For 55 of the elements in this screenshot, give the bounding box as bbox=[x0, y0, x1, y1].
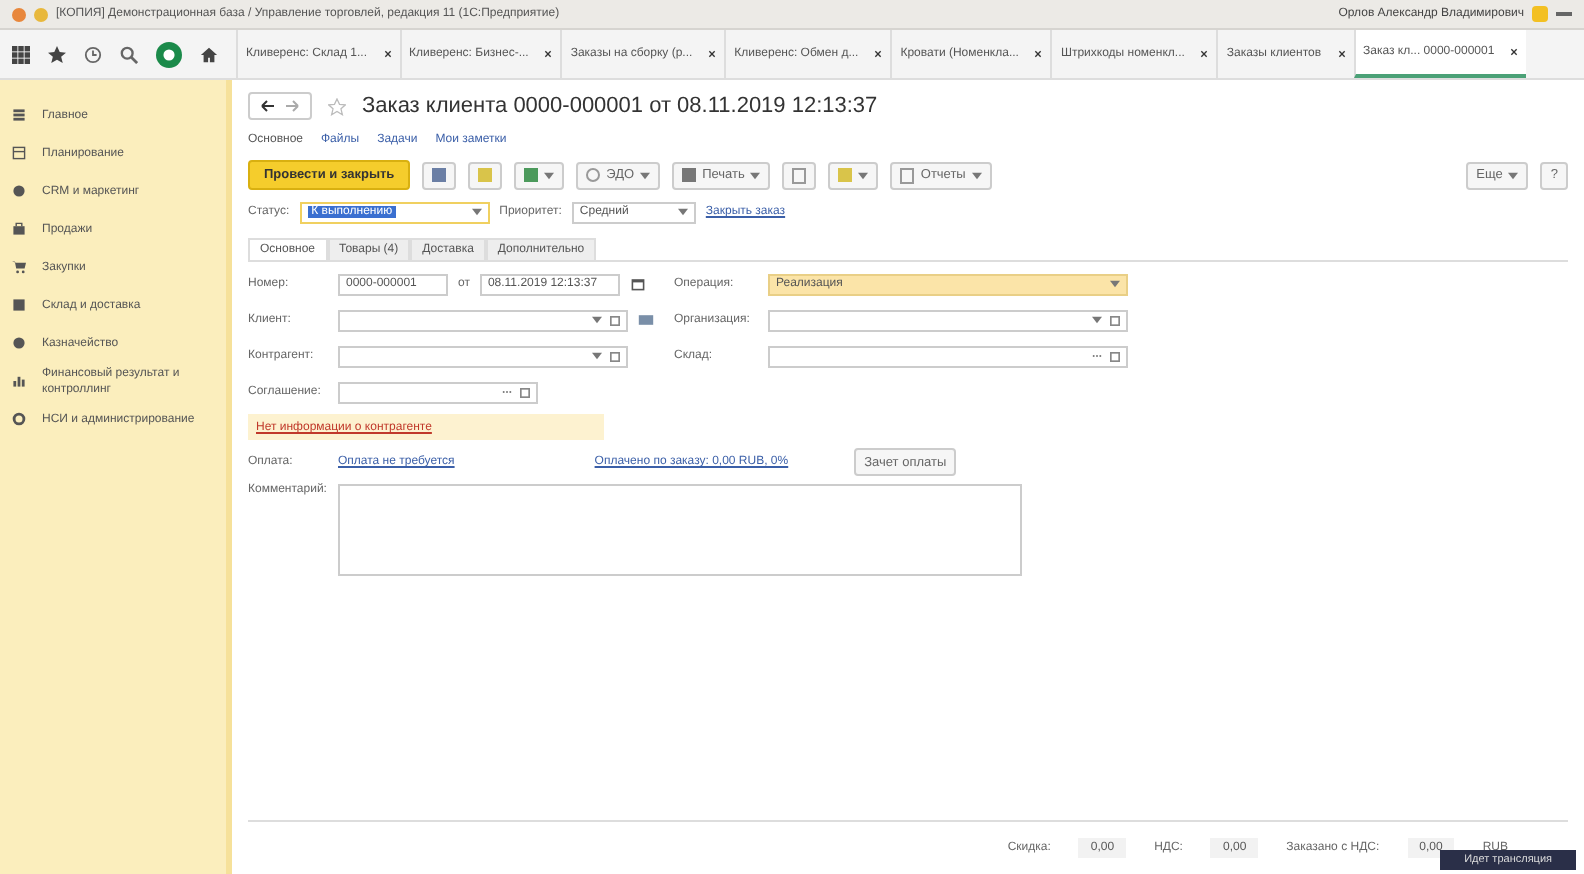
notification-icon[interactable] bbox=[156, 41, 182, 67]
input-field[interactable] bbox=[338, 345, 628, 367]
caret-icon[interactable] bbox=[858, 171, 869, 179]
card-icon[interactable] bbox=[638, 312, 654, 328]
bar-chart-icon bbox=[12, 374, 26, 388]
caret-icon[interactable] bbox=[592, 352, 602, 360]
close-icon[interactable] bbox=[1337, 50, 1346, 58]
caret-icon[interactable] bbox=[544, 171, 555, 179]
input-field[interactable] bbox=[768, 345, 1128, 367]
open-icon[interactable] bbox=[1110, 315, 1120, 325]
close-icon[interactable] bbox=[383, 50, 391, 58]
apps-grid-icon[interactable] bbox=[12, 45, 30, 63]
coin-icon bbox=[12, 336, 26, 350]
circle-icon bbox=[12, 184, 26, 198]
open-icon[interactable] bbox=[610, 351, 620, 361]
close-icon[interactable] bbox=[1034, 50, 1043, 58]
caret-icon[interactable] bbox=[640, 171, 651, 179]
bag-icon bbox=[12, 222, 26, 236]
caret-icon[interactable] bbox=[1110, 280, 1120, 288]
calendar-icon bbox=[12, 146, 26, 160]
caret-icon[interactable] bbox=[592, 316, 602, 324]
close-icon[interactable] bbox=[708, 50, 717, 58]
calendar-icon[interactable] bbox=[629, 276, 646, 292]
open-icon[interactable] bbox=[520, 387, 530, 397]
input-field[interactable] bbox=[338, 381, 538, 403]
open-icon[interactable] bbox=[610, 315, 620, 325]
cart-icon bbox=[12, 260, 26, 274]
form-title: Заказ клиента 0000-000001 от 08.11.2019 12:13:37 bbox=[362, 94, 878, 118]
caret-icon[interactable] bbox=[971, 171, 982, 179]
close-icon[interactable] bbox=[1510, 48, 1519, 56]
grid-icon bbox=[12, 298, 26, 312]
list-icon bbox=[12, 108, 26, 122]
save-button[interactable] bbox=[422, 161, 457, 189]
document-button[interactable] bbox=[782, 161, 817, 189]
close-icon[interactable] bbox=[874, 50, 883, 58]
star-icon[interactable] bbox=[48, 45, 66, 63]
caret-icon[interactable] bbox=[471, 208, 482, 216]
caret-icon[interactable] bbox=[1092, 316, 1102, 324]
input-field[interactable] bbox=[338, 309, 628, 331]
history-icon[interactable] bbox=[84, 45, 102, 63]
caret-icon[interactable] bbox=[1508, 171, 1519, 179]
close-icon[interactable] bbox=[544, 50, 553, 58]
app-logo-icon[interactable] bbox=[12, 7, 26, 21]
star-icon[interactable] bbox=[328, 97, 346, 115]
comment-field[interactable] bbox=[338, 484, 1022, 576]
open-icon[interactable] bbox=[1110, 351, 1120, 361]
create-based-on-button[interactable] bbox=[514, 161, 565, 189]
close-icon[interactable] bbox=[1200, 50, 1209, 58]
attach-button[interactable] bbox=[828, 161, 879, 189]
search-icon[interactable] bbox=[120, 45, 138, 63]
caret-icon[interactable] bbox=[750, 171, 761, 179]
caret-icon[interactable] bbox=[677, 208, 688, 216]
home-icon[interactable] bbox=[200, 45, 218, 63]
input-field[interactable] bbox=[768, 309, 1128, 331]
back-forward-buttons[interactable] bbox=[248, 92, 312, 120]
